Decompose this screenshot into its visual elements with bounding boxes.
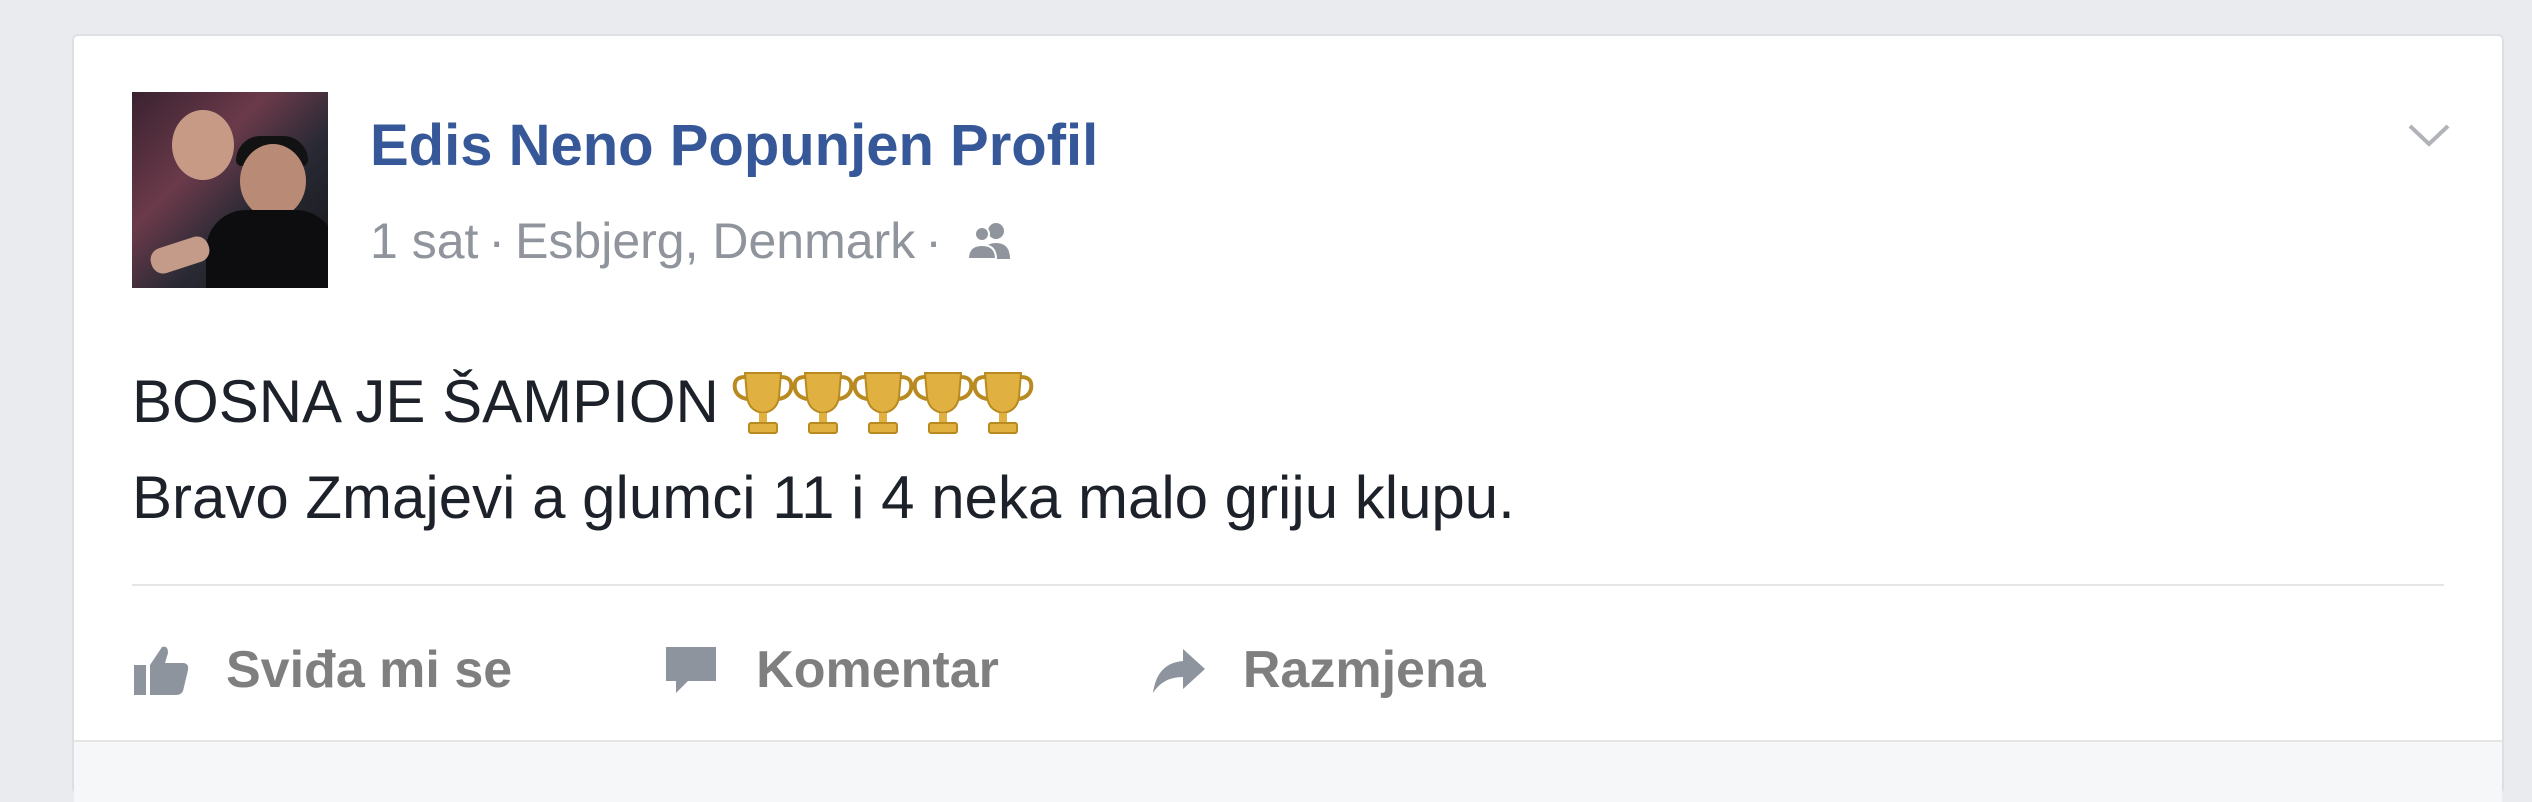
post-text-line2: Bravo Zmajevi a glumci 11 i 4 neka malo …	[132, 464, 1515, 531]
chevron-down-icon[interactable]	[2404, 114, 2454, 154]
trophy-icon	[852, 372, 914, 434]
share-arrow-icon	[1152, 649, 1205, 693]
comment-area-strip	[74, 740, 2502, 802]
like-label: Sviđa mi se	[226, 641, 513, 699]
post-location-link[interactable]: Esbjerg, Denmark	[515, 212, 915, 270]
thumbs-up-icon	[134, 646, 189, 695]
like-button[interactable]: Sviđa mi se	[132, 640, 512, 700]
trophy-emoji-group	[731, 367, 1034, 437]
action-bar: Sviđa mi se Komentar Razmjena	[132, 630, 1636, 710]
post-text: BOSNA JE ŠAMPION Bravo Zmajevi a glumci …	[132, 354, 1515, 546]
trophy-icon	[792, 372, 854, 434]
trophy-icon	[972, 372, 1034, 434]
post-card: Edis Neno Popunjen Profil 1 sat · Esbjer…	[72, 34, 2504, 802]
trophy-icon	[732, 372, 794, 434]
divider	[132, 584, 2444, 586]
author-name-link[interactable]: Edis Neno Popunjen Profil	[370, 112, 1098, 179]
comment-button[interactable]: Komentar	[662, 640, 999, 700]
share-button[interactable]: Razmjena	[1149, 640, 1486, 700]
friends-icon[interactable]	[966, 221, 1014, 261]
post-time-link[interactable]: 1 sat	[370, 212, 478, 270]
meta-separator: ·	[488, 213, 506, 269]
comment-icon	[666, 647, 717, 693]
share-label: Razmjena	[1242, 641, 1486, 699]
post-text-line1: BOSNA JE ŠAMPION	[132, 368, 719, 435]
meta-separator-2: ·	[925, 213, 942, 269]
post-meta: 1 sat · Esbjerg, Denmark ·	[370, 212, 1014, 270]
trophy-icon	[912, 372, 974, 434]
profile-avatar[interactable]	[132, 92, 328, 288]
comment-label: Komentar	[756, 641, 999, 699]
